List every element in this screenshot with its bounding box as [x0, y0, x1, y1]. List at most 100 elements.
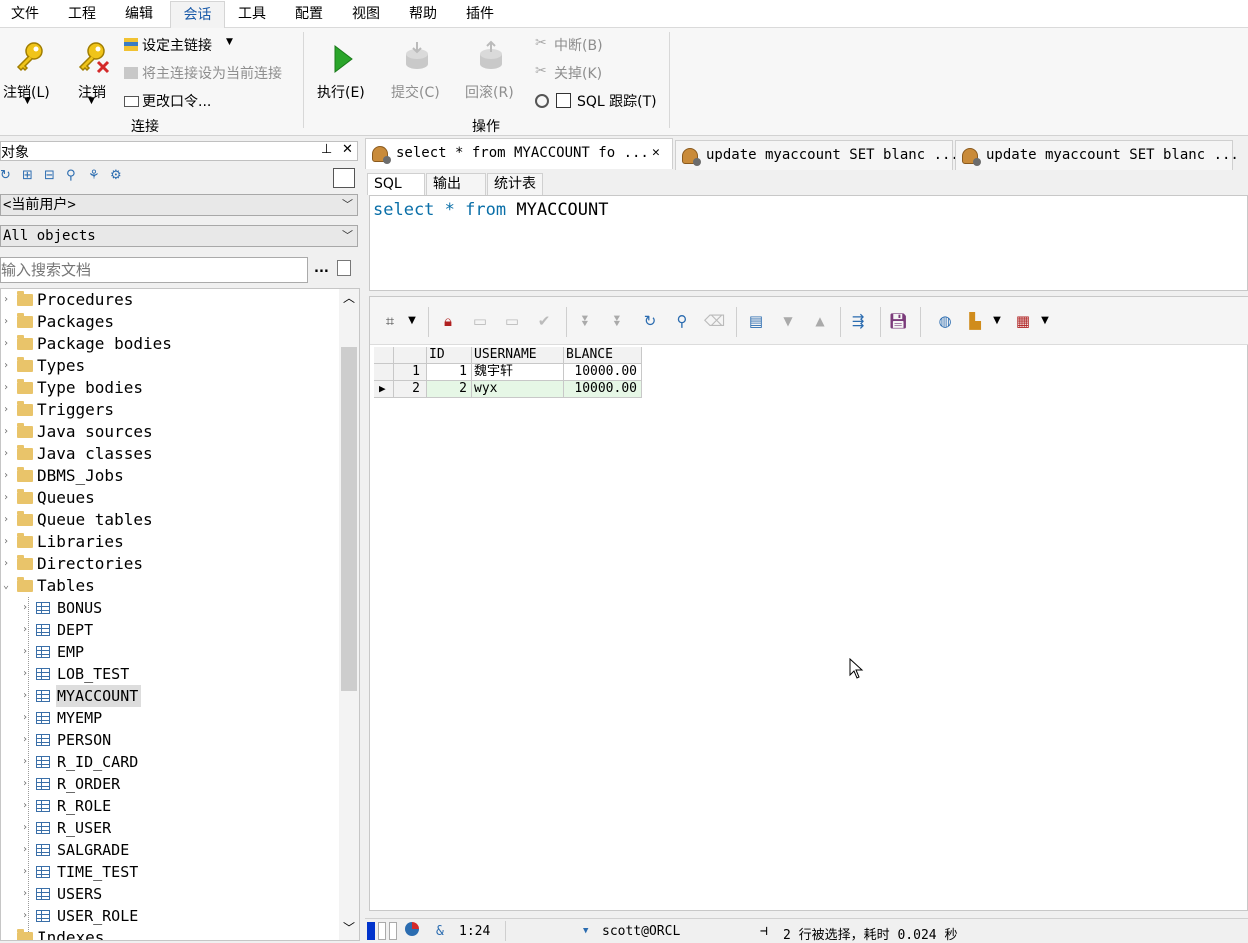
tab-statistics[interactable]: 统计表: [487, 173, 543, 195]
export-icon[interactable]: ⇶: [848, 311, 868, 331]
query-icon[interactable]: ◍: [935, 311, 955, 331]
chevron-right-icon[interactable]: ›: [22, 641, 32, 663]
chevron-right-icon[interactable]: ›: [22, 597, 32, 619]
filter-edit-icon[interactable]: ⚙: [110, 168, 122, 183]
tree-table-r-id-card[interactable]: › R_ID_CARD: [1, 751, 331, 773]
table-view-icon[interactable]: ▦: [1013, 311, 1033, 331]
tree-table-users[interactable]: › USERS: [1, 883, 331, 905]
rollback-button[interactable]: 回滚(R): [460, 28, 520, 112]
delete-row-icon[interactable]: ▭: [502, 311, 522, 331]
chevron-right-icon[interactable]: ›: [22, 619, 32, 641]
grid-cell[interactable]: 2: [427, 381, 472, 398]
sql-editor[interactable]: select * from MYACCOUNT: [369, 195, 1248, 291]
tree-table-r-user[interactable]: › R_USER: [1, 817, 331, 839]
tree-folder-indexes[interactable]: Indexes: [1, 927, 331, 940]
new-doc-icon[interactable]: [337, 260, 351, 276]
chevron-right-icon[interactable]: ›: [22, 795, 32, 817]
menu-tools[interactable]: 工具: [234, 4, 270, 26]
tree-scrollbar[interactable]: ︿ ﹀: [339, 289, 359, 940]
chevron-down-icon[interactable]: ▼: [1035, 311, 1055, 331]
clear-icon[interactable]: ⌫: [704, 311, 725, 331]
prev-page-icon[interactable]: ▲: [810, 311, 830, 331]
chevron-right-icon[interactable]: ›: [22, 729, 32, 751]
tree-table-dept[interactable]: › DEPT: [1, 619, 331, 641]
tab-sql[interactable]: SQL: [367, 173, 425, 195]
tree-folder-java-classes[interactable]: › Java classes: [1, 443, 331, 465]
tab-select-myaccount[interactable]: select * from MYACCOUNT fo ... ✕: [365, 138, 673, 169]
menu-help[interactable]: 帮助: [405, 4, 441, 26]
scroll-thumb[interactable]: [341, 347, 357, 691]
insert-row-icon[interactable]: ▭: [470, 311, 490, 331]
chevron-right-icon[interactable]: ›: [3, 487, 13, 509]
chevron-right-icon[interactable]: ›: [3, 289, 13, 311]
refresh-icon[interactable]: ↻: [0, 168, 11, 183]
chevron-right-icon[interactable]: ›: [3, 509, 13, 531]
tree-folder-queue-tables[interactable]: › Queue tables: [1, 509, 331, 531]
tree-folder-dbms-jobs[interactable]: › DBMS_Jobs: [1, 465, 331, 487]
lock-icon[interactable]: 🔒︎: [438, 311, 458, 331]
object-tree[interactable]: › Procedures › Packages › Package bodies › Type…: [0, 288, 360, 941]
chevron-right-icon[interactable]: ›: [3, 421, 13, 443]
menu-project[interactable]: 工程: [64, 4, 100, 26]
tree-folder-type-bodies[interactable]: › Type bodies: [1, 377, 331, 399]
grid-cell[interactable]: 10000.00: [564, 381, 642, 398]
chevron-right-icon[interactable]: ›: [22, 707, 32, 729]
collapse-icon[interactable]: ⊟: [44, 168, 55, 183]
grid-options-icon[interactable]: ⌗: [380, 311, 400, 331]
logoff-button[interactable]: 注销 ▼: [68, 28, 120, 112]
commit-button[interactable]: 提交(C): [386, 28, 446, 112]
menu-file[interactable]: 文件: [7, 4, 43, 26]
more-button[interactable]: ...: [314, 261, 329, 276]
scroll-up-icon[interactable]: ︿: [343, 289, 355, 306]
tab-output[interactable]: 输出: [426, 173, 486, 195]
chevron-right-icon[interactable]: ›: [3, 443, 13, 465]
post-icon[interactable]: ✔: [534, 311, 554, 331]
chevron-right-icon[interactable]: ›: [3, 377, 13, 399]
tab-update-1[interactable]: update myaccount SET blanc ...: [675, 140, 959, 170]
expand-icon[interactable]: ⊞: [22, 168, 33, 183]
chevron-right-icon[interactable]: ›: [22, 773, 32, 795]
set-primary-current-button[interactable]: 将主连接设为当前连接: [122, 62, 297, 84]
chevron-right-icon[interactable]: ›: [3, 465, 13, 487]
menu-session[interactable]: 会话: [170, 1, 225, 28]
chevron-down-icon[interactable]: ▼: [583, 926, 588, 936]
tree-folder-types[interactable]: › Types: [1, 355, 331, 377]
tree-folder-packages[interactable]: › Packages: [1, 311, 331, 333]
menu-plugins[interactable]: 插件: [462, 4, 498, 26]
find-icon[interactable]: ⚲: [672, 311, 692, 331]
tree-table-bonus[interactable]: › BONUS: [1, 597, 331, 619]
execute-button[interactable]: 执行(E): [312, 28, 372, 112]
chevron-right-icon[interactable]: ›: [3, 399, 13, 421]
tree-table-person[interactable]: › PERSON: [1, 729, 331, 751]
chevron-down-icon[interactable]: ⌄: [3, 575, 13, 597]
change-password-button[interactable]: 更改口令...: [122, 90, 232, 112]
sql-trace-checkbox[interactable]: [556, 93, 571, 108]
tree-folder-queues[interactable]: › Queues: [1, 487, 331, 509]
tree-folder-procedures[interactable]: › Procedures: [1, 289, 331, 311]
chevron-right-icon[interactable]: ›: [22, 883, 32, 905]
fetch-next-icon[interactable]: ⏬︎: [576, 311, 596, 331]
chevron-right-icon[interactable]: ›: [22, 685, 32, 707]
close-icon[interactable]: ✕: [342, 142, 353, 157]
find-icon[interactable]: ⚲: [66, 168, 76, 183]
pin-icon[interactable]: ⊥: [321, 142, 332, 157]
connection-label[interactable]: scott@ORCL: [602, 924, 680, 939]
next-page-icon[interactable]: ▼: [778, 311, 798, 331]
chevron-right-icon[interactable]: ›: [22, 751, 32, 773]
search-input[interactable]: [0, 257, 308, 283]
single-record-icon[interactable]: ▤: [746, 311, 766, 331]
tree-table-myemp[interactable]: › MYEMP: [1, 707, 331, 729]
tree-table-myaccount[interactable]: › MYACCOUNT: [1, 685, 331, 707]
chevron-right-icon[interactable]: ›: [3, 333, 13, 355]
grid-cell[interactable]: 魏宇轩: [472, 364, 564, 381]
break-button[interactable]: ✂ 中断(B): [533, 34, 613, 56]
logon-button[interactable]: 注销(L) ▼: [0, 28, 60, 112]
column-header[interactable]: ID: [427, 347, 472, 364]
filter-icon[interactable]: ⚘: [88, 168, 100, 183]
tree-table-salgrade[interactable]: › SALGRADE: [1, 839, 331, 861]
column-header[interactable]: USERNAME: [472, 347, 564, 364]
chevron-right-icon[interactable]: ›: [22, 839, 32, 861]
set-primary-button[interactable]: 设定主链接 ▼: [122, 34, 242, 56]
menu-view[interactable]: 视图: [348, 4, 384, 26]
chevron-right-icon[interactable]: ›: [22, 905, 32, 927]
